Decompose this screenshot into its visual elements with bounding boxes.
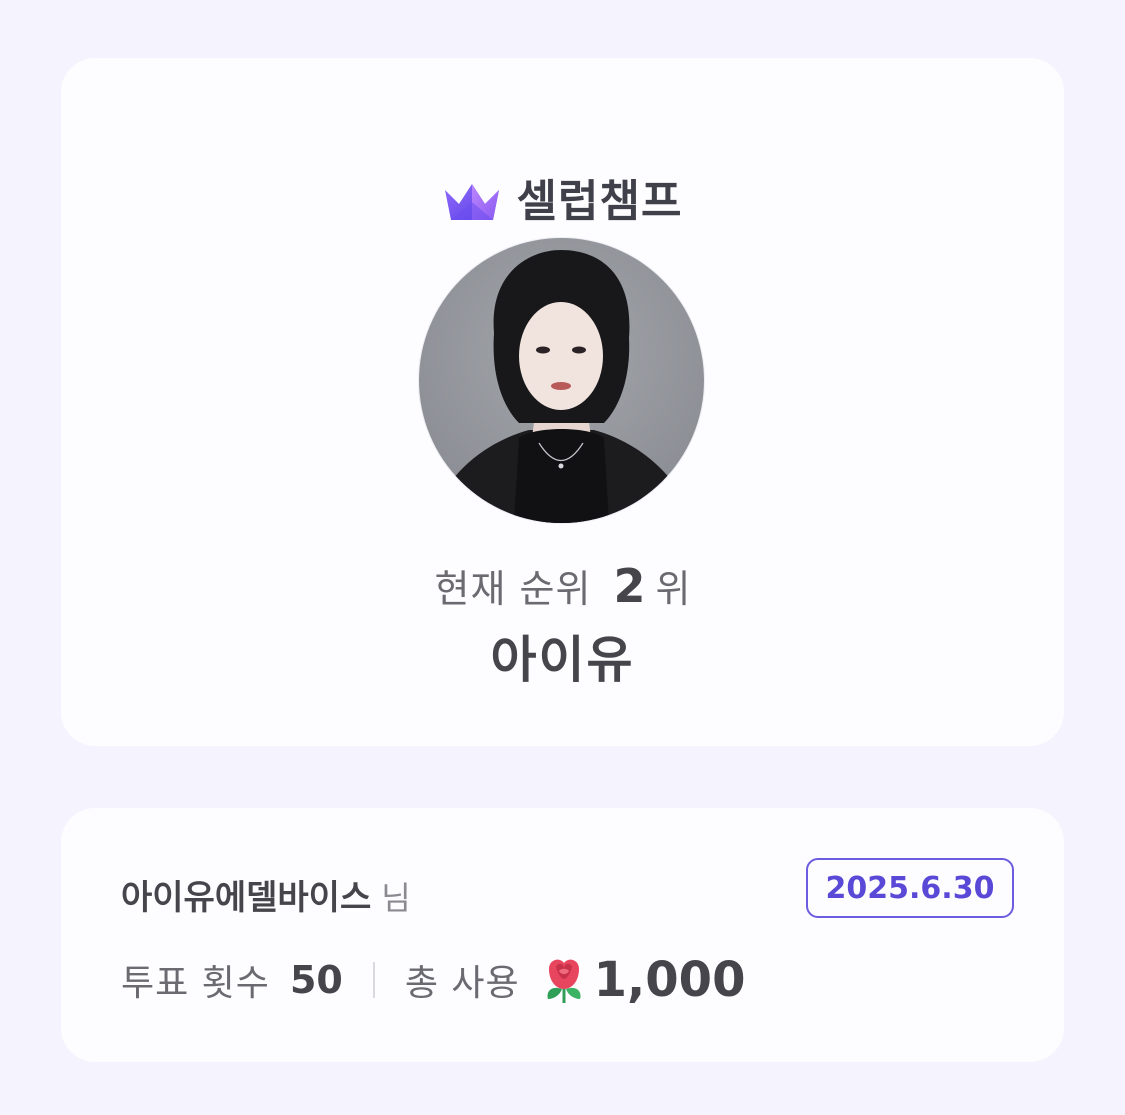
vote-count-label: 투표 횟수	[121, 963, 270, 1004]
brand-header: 셀럽챔프	[61, 180, 1064, 224]
total-used-label: 총 사용	[404, 963, 520, 1004]
voter-honorific: 님	[381, 879, 411, 917]
crown-icon	[444, 184, 499, 220]
ranking-card: 셀럽챔프 현재 순위 2 위 아이유	[61, 58, 1064, 746]
current-rank: 현재 순위 2 위	[61, 558, 1064, 613]
artist-avatar[interactable]	[419, 238, 704, 523]
divider	[372, 962, 375, 998]
brand-name: 셀럽챔프	[516, 176, 683, 227]
voter-name: 아이유에델바이스	[121, 878, 372, 918]
vote-date-badge: 2025.6.30	[806, 858, 1014, 918]
total-used-value: 1,000	[593, 952, 746, 1008]
voter-info: 아이유에델바이스 님	[121, 870, 411, 919]
rank-number: 2	[613, 559, 646, 613]
artist-name: 아이유	[490, 631, 635, 689]
vote-stats: 투표 횟수 50 총 사용 1,000	[121, 950, 745, 1010]
vote-count: 50	[289, 958, 343, 1002]
rose-icon	[547, 959, 581, 1003]
rank-label: 현재 순위	[434, 567, 592, 611]
rank-unit: 위	[655, 567, 691, 611]
vote-summary-card: 아이유에델바이스 님 2025.6.30 투표 횟수 50 총 사용 1,000	[61, 808, 1064, 1062]
